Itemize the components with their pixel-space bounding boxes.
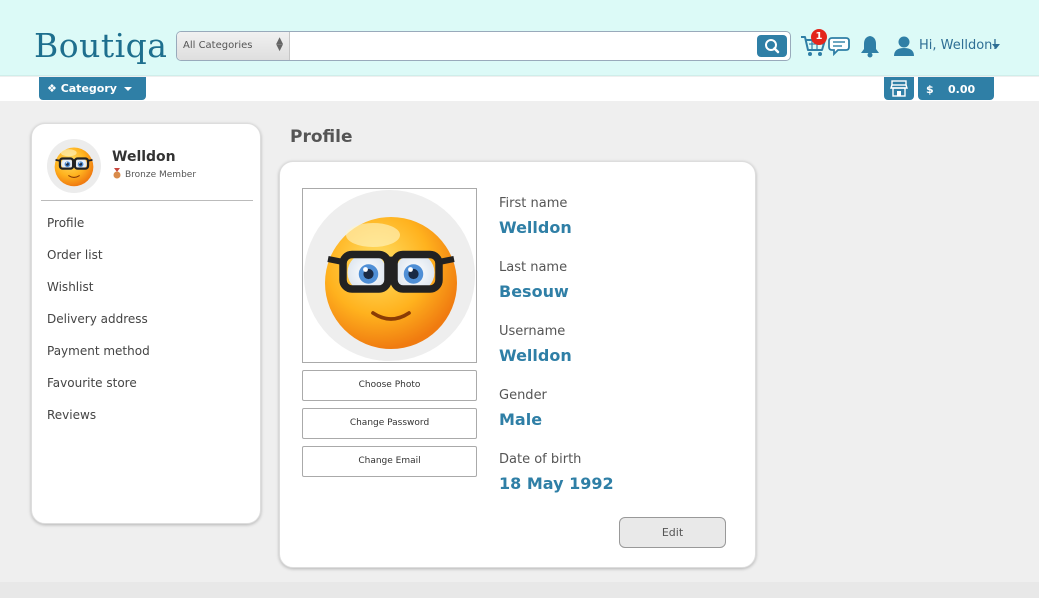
category-select-value: All Categories — [183, 40, 253, 51]
avatar — [47, 139, 101, 193]
sidebar-item-wishlist[interactable]: Wishlist — [47, 279, 150, 311]
bell-icon[interactable] — [860, 34, 880, 58]
page-title: Profile — [290, 127, 353, 147]
nerd-face-avatar-icon — [53, 146, 95, 188]
date-of-birth-label: Date of birth — [499, 452, 582, 467]
divider — [41, 200, 253, 201]
change-password-button[interactable]: Change Password — [302, 408, 477, 439]
first-name-value: Welldon — [499, 218, 572, 237]
balance-amount: 0.00 — [948, 83, 976, 96]
category-dropdown-button[interactable]: ❖ Category — [39, 77, 146, 100]
category-button-label: ❖ Category — [47, 82, 117, 95]
profile-photo — [302, 188, 477, 363]
date-of-birth-value: 18 May 1992 — [499, 474, 614, 493]
store-icon — [890, 80, 908, 97]
currency-symbol: $ — [926, 83, 934, 96]
search-button[interactable] — [757, 35, 787, 57]
username-value: Welldon — [499, 346, 572, 365]
sidebar-user-name: Welldon — [112, 149, 176, 165]
store-button[interactable] — [884, 77, 914, 100]
search-icon — [765, 39, 780, 54]
category-select[interactable]: All Categories ▲ ▼ — [177, 32, 290, 60]
profile-sidebar: Welldon Bronze Member Profile Order list… — [31, 123, 261, 524]
search-input[interactable] — [291, 32, 756, 60]
username-label: Username — [499, 324, 566, 339]
choose-photo-button[interactable]: Choose Photo — [302, 370, 477, 401]
sidebar-item-order-list[interactable]: Order list — [47, 247, 150, 279]
sidebar-menu: Profile Order list Wishlist Delivery add… — [47, 215, 150, 439]
user-menu-greeting[interactable]: Hi, Welldon! — [919, 38, 998, 53]
sidebar-item-delivery-address[interactable]: Delivery address — [47, 311, 150, 343]
change-email-button[interactable]: Change Email — [302, 446, 477, 477]
gender-value: Male — [499, 410, 543, 429]
wallet-balance-button[interactable]: $ 0.00 — [918, 77, 994, 100]
medal-icon — [113, 168, 121, 179]
cart-count-badge: 1 — [811, 29, 827, 45]
footer — [0, 582, 1039, 598]
select-arrows-icon: ▲ ▼ — [276, 36, 283, 53]
user-icon[interactable] — [893, 35, 915, 57]
sidebar-item-reviews[interactable]: Reviews — [47, 407, 150, 439]
sidebar-item-payment-method[interactable]: Payment method — [47, 343, 150, 375]
nerd-face-avatar-icon — [316, 205, 466, 355]
profile-card: Choose Photo Change Password Change Emai… — [279, 161, 756, 568]
chevron-down-icon[interactable] — [992, 44, 1000, 49]
edit-button[interactable]: Edit — [619, 517, 726, 548]
last-name-label: Last name — [499, 260, 568, 275]
sidebar-item-profile[interactable]: Profile — [47, 215, 150, 247]
gender-label: Gender — [499, 388, 547, 403]
top-header: Boutiqa All Categories ▲ ▼ 1 Hi, Welldon… — [0, 0, 1039, 76]
caret-down-icon — [124, 87, 132, 91]
sidebar-item-favourite-store[interactable]: Favourite store — [47, 375, 150, 407]
last-name-value: Besouw — [499, 282, 569, 301]
membership-label: Bronze Member — [125, 170, 197, 180]
logo[interactable]: Boutiqa — [34, 26, 168, 66]
search-bar: All Categories ▲ ▼ — [176, 31, 791, 61]
first-name-label: First name — [499, 196, 568, 211]
membership-badge: Bronze Member — [112, 168, 196, 180]
chat-icon[interactable] — [828, 36, 852, 56]
